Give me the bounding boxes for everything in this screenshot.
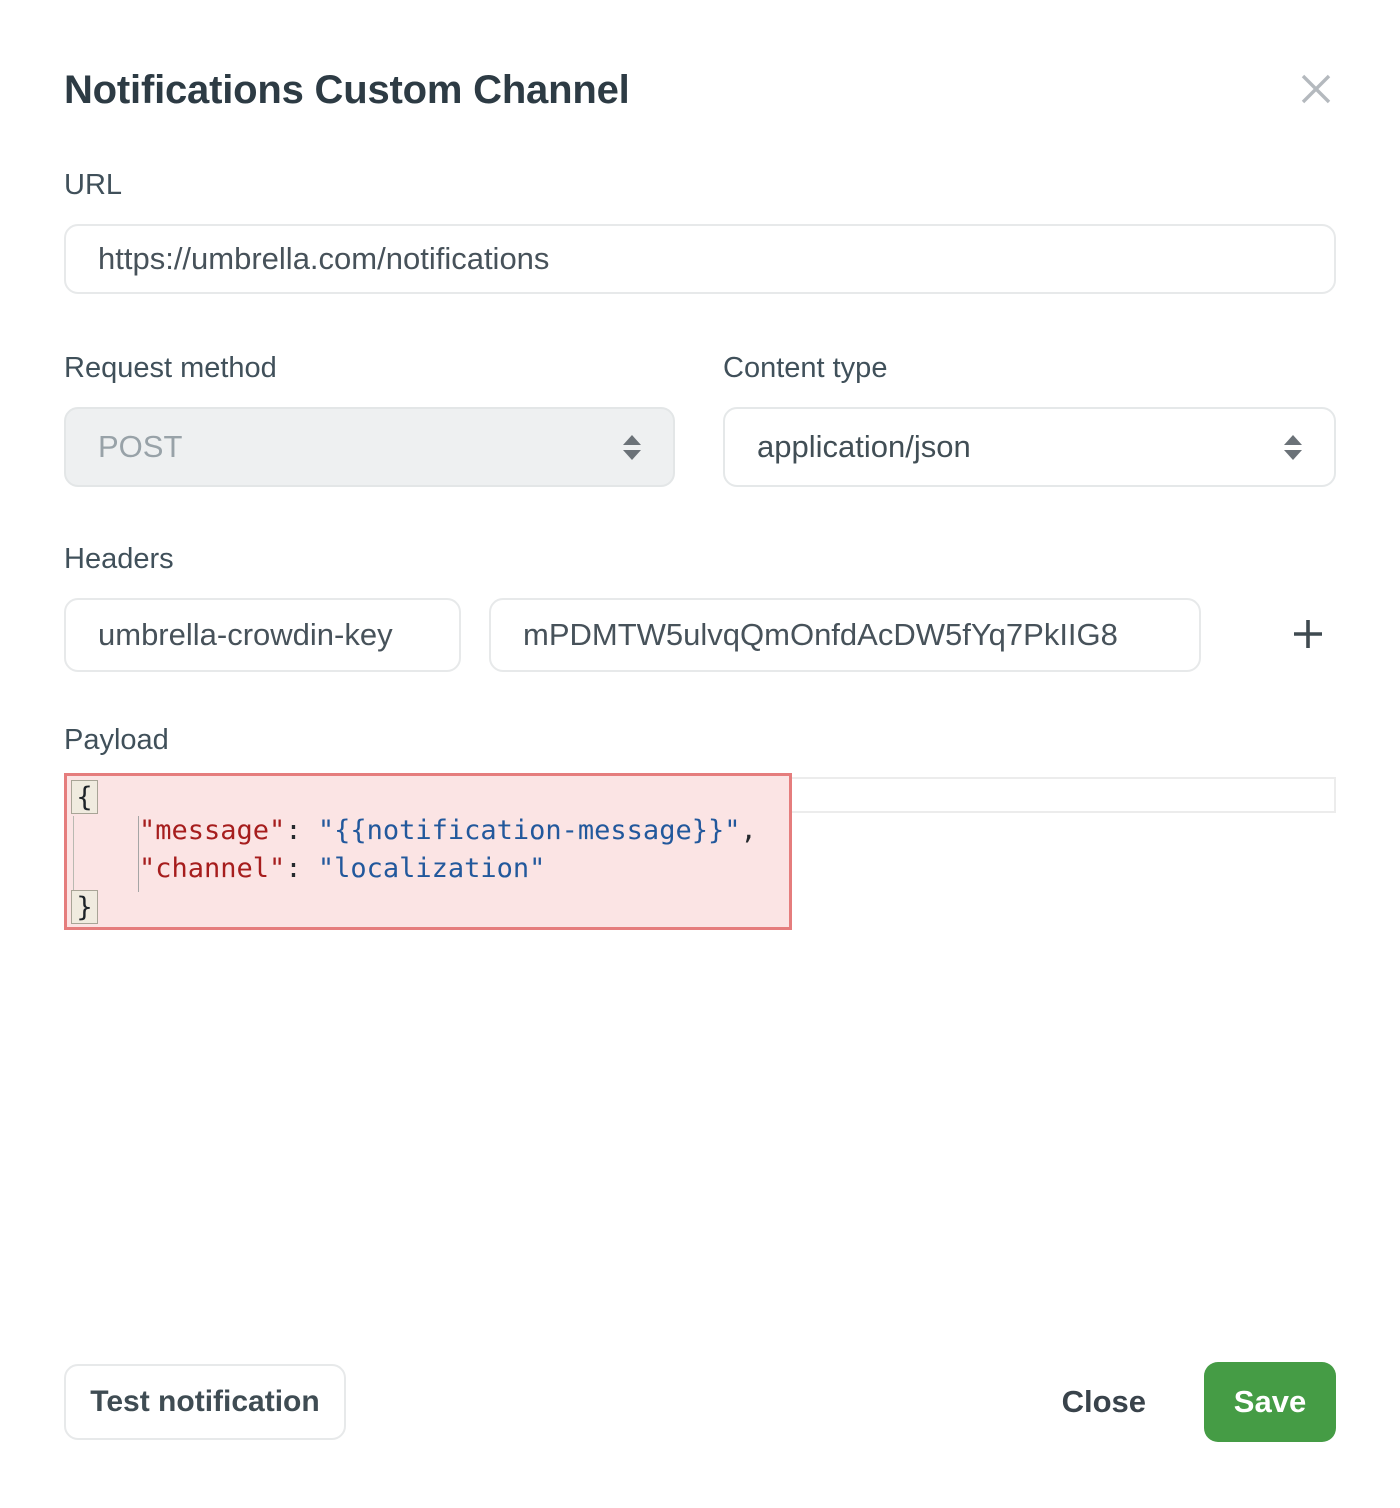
code-separator: : xyxy=(285,815,318,846)
code-line: "message": "{{notification-message}}", xyxy=(139,812,757,850)
code-comma: , xyxy=(740,815,756,846)
content-type-select[interactable]: application/json xyxy=(723,407,1336,487)
code-separator: : xyxy=(285,853,318,884)
select-caret-icon xyxy=(1284,435,1302,460)
request-method-label: Request method xyxy=(64,352,675,385)
close-modal-button[interactable]: Close xyxy=(1062,1384,1146,1420)
payload-label: Payload xyxy=(64,724,1336,757)
url-input[interactable] xyxy=(64,224,1336,294)
payload-group: Payload { "message": "{{notification-mes… xyxy=(64,724,1336,943)
method-content-row: Request method POST Content type applica… xyxy=(64,352,1336,487)
close-icon xyxy=(1299,72,1333,109)
modal-footer: Test notification Close Save xyxy=(64,1362,1336,1442)
header-row xyxy=(64,598,1336,672)
headers-group: Headers xyxy=(64,543,1336,672)
open-brace: { xyxy=(76,782,92,813)
close-brace: } xyxy=(76,892,92,923)
code-key: "message" xyxy=(139,815,285,846)
request-method-group: Request method POST xyxy=(64,352,675,487)
close-brace-widget: } xyxy=(71,890,98,924)
close-button[interactable] xyxy=(1296,70,1336,110)
modal-header: Notifications Custom Channel xyxy=(64,0,1336,113)
test-notification-button[interactable]: Test notification xyxy=(64,1364,346,1440)
content-type-value: application/json xyxy=(757,429,971,465)
header-value-input[interactable] xyxy=(489,598,1201,672)
add-header-button[interactable] xyxy=(1280,607,1336,663)
header-key-input[interactable] xyxy=(64,598,461,672)
content-type-group: Content type application/json xyxy=(723,352,1336,487)
payload-editor[interactable]: { "message": "{{notification-message}}",… xyxy=(64,773,1336,943)
url-label: URL xyxy=(64,169,1336,202)
headers-label: Headers xyxy=(64,543,1336,576)
url-field-group: URL xyxy=(64,169,1336,294)
code-value: "localization" xyxy=(318,853,546,884)
code-line: "channel": "localization" xyxy=(139,850,545,888)
payload-code-selection[interactable]: { "message": "{{notification-message}}",… xyxy=(64,773,792,930)
request-method-value: POST xyxy=(98,429,182,465)
modal-title: Notifications Custom Channel xyxy=(64,68,630,113)
save-button[interactable]: Save xyxy=(1204,1362,1336,1442)
content-type-label: Content type xyxy=(723,352,1336,385)
plus-icon xyxy=(1290,616,1326,655)
code-value: "{{notification-message}}" xyxy=(318,815,741,846)
gutter-line xyxy=(73,816,74,890)
open-brace-widget: { xyxy=(71,780,98,814)
select-caret-icon xyxy=(623,435,641,460)
code-key: "channel" xyxy=(139,853,285,884)
request-method-select[interactable]: POST xyxy=(64,407,675,487)
notifications-custom-channel-modal: Notifications Custom Channel URL Request… xyxy=(0,0,1400,1508)
